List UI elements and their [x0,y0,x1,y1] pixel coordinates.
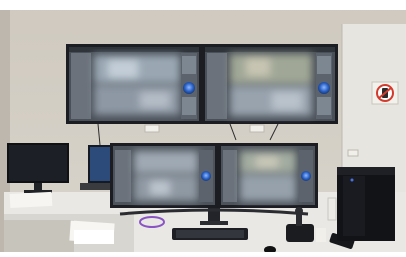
desktop-tower [337,167,395,241]
top-white-border [0,0,406,10]
control-room-photo [0,0,406,257]
monitor-top-left [66,44,202,124]
no-mobile-phone-sign-icon [371,81,399,105]
blue-circular-control-icon [201,171,211,181]
monitor-bottom-right [218,143,318,208]
blue-circular-control-icon [301,171,311,181]
wall-socket [249,124,265,133]
photo-scene [0,0,406,257]
blue-circular-control-icon [318,82,330,94]
monitor-top-right [202,44,338,124]
papers [9,191,53,209]
monitor-bottom-left [110,143,218,208]
blue-circular-control-icon [183,82,195,94]
wall-socket [347,149,359,157]
wall-socket [144,124,160,133]
